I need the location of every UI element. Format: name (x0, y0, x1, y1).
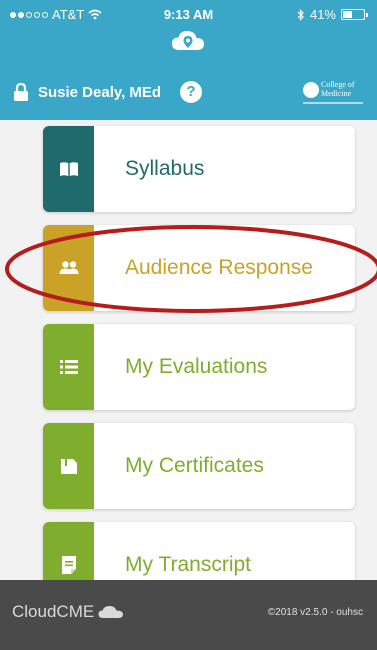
college-of-medicine-logo: College of Medicine (303, 78, 363, 108)
college-logo-text: College of Medicine (321, 80, 355, 98)
battery-percent: 41% (309, 7, 336, 22)
menu-item-color-band (43, 225, 94, 311)
menu-item-color-band (43, 423, 94, 509)
menu-item-label: Audience Response (125, 256, 313, 279)
menu-item-audience-response[interactable]: Audience Response (43, 225, 355, 311)
main-menu: Syllabus Audience Response My Evaluation… (0, 120, 377, 608)
menu-item-my-certificates[interactable]: My Certificates (43, 423, 355, 509)
university-seal-icon (303, 82, 319, 98)
bluetooth-icon (297, 8, 304, 21)
user-bar: Susie Dealy, MEd ? College of Medicine (0, 68, 377, 118)
list-icon (60, 360, 78, 374)
book-icon (60, 162, 78, 176)
cloudcme-cloud-logo-icon (172, 31, 204, 50)
college-logo-underline (303, 102, 363, 104)
lock-icon (14, 82, 28, 101)
menu-item-label: Syllabus (125, 157, 205, 180)
menu-item-syllabus[interactable]: Syllabus (43, 126, 355, 212)
version-text: ©2018 v2.5.0 - ouhsc (267, 607, 363, 618)
people-icon (59, 261, 79, 274)
menu-item-label: My Certificates (125, 454, 264, 477)
app-footer: CloudCME ©2018 v2.5.0 - ouhsc (0, 580, 377, 650)
cloud-icon (98, 606, 124, 618)
menu-item-color-band (43, 324, 94, 410)
menu-item-my-evaluations[interactable]: My Evaluations (43, 324, 355, 410)
battery-icon (341, 9, 368, 20)
menu-item-color-band (43, 126, 94, 212)
footer-brand: CloudCME (12, 602, 95, 621)
document-icon (62, 556, 76, 574)
menu-item-label: My Evaluations (125, 355, 268, 378)
app-header: AT&T 9:13 AM 41% Susie Dealy, MEd ? Coll… (0, 0, 377, 120)
college-line2: Medicine (321, 89, 352, 98)
app-screen: AT&T 9:13 AM 41% Susie Dealy, MEd ? Coll… (0, 0, 377, 650)
cloudcme-footer-logo: CloudCME (12, 602, 124, 622)
battery-info: 41% (297, 7, 368, 22)
status-bar: AT&T 9:13 AM 41% (0, 0, 377, 26)
college-line1: College of (321, 80, 355, 89)
user-name[interactable]: Susie Dealy, MEd (38, 84, 161, 101)
help-button[interactable]: ? (180, 81, 202, 103)
certificate-icon (61, 459, 77, 474)
